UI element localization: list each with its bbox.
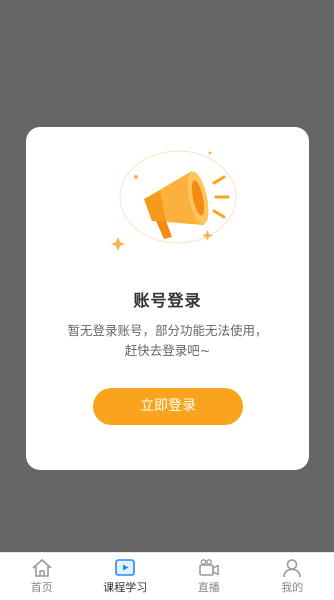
user-icon [283, 559, 302, 578]
bottom-tab-bar: 首页 课程学习 直播 我的 [0, 552, 334, 600]
login-now-button[interactable]: 立即登录 [93, 388, 243, 425]
dialog-message-line-1: 暂无登录账号，部分功能无法使用， [67, 323, 268, 338]
tab-home[interactable]: 首页 [0, 553, 84, 600]
tab-mine-label: 我的 [281, 581, 304, 594]
tab-course-study-label: 课程学习 [103, 581, 148, 594]
tab-home-label: 首页 [30, 581, 53, 594]
dialog-message-line-2: 赶快去登录吧~ [124, 343, 211, 358]
home-icon [32, 559, 52, 577]
dialog-message: 暂无登录账号，部分功能无法使用， 赶快去登录吧~ [46, 321, 289, 361]
video-play-icon [115, 559, 136, 576]
login-prompt-dialog: 账号登录 暂无登录账号，部分功能无法使用， 赶快去登录吧~ 立即登录 [26, 127, 309, 470]
tab-live-label: 直播 [197, 581, 220, 594]
dialog-title: 账号登录 [133, 291, 202, 310]
tab-mine[interactable]: 我的 [251, 553, 334, 600]
megaphone-icon [111, 150, 237, 251]
tab-live[interactable]: 直播 [167, 553, 251, 600]
camera-icon [198, 559, 219, 576]
tab-course-study[interactable]: 课程学习 [84, 553, 168, 600]
